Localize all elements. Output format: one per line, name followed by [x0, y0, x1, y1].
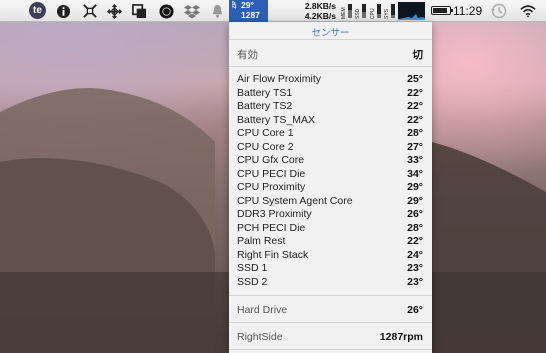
sensor-name: CPU Core 1 [237, 127, 294, 139]
sensor-name: CPU Proximity [237, 181, 306, 193]
sensor-row[interactable]: Palm Rest 22° [237, 235, 423, 248]
te-app-icon[interactable]: te [29, 2, 46, 19]
sensor-row[interactable]: Air Flow Proximity 25° [237, 73, 423, 86]
sensor-value: 23° [407, 262, 423, 274]
fan-value: 1287rpm [379, 331, 423, 343]
disk-gauge-label: SSD [355, 8, 361, 19]
sensor-row[interactable]: SSD 2 23° [237, 276, 423, 289]
hard-drive-row[interactable]: Hard Drive 26° [237, 304, 423, 317]
sensor-row[interactable]: CPU Core 1 28° [237, 127, 423, 140]
windows-icon[interactable] [131, 3, 147, 19]
sensor-name: DDR3 Proximity [237, 208, 312, 220]
memory-gauge-label: MEM [341, 7, 347, 19]
sensor-name: Right Fin Stack [237, 248, 309, 261]
sensor-value: 29° [407, 181, 423, 193]
sensor-value: 28° [407, 127, 423, 139]
system-gauge-label: SYS [384, 8, 390, 19]
sensor-name: CPU System Agent Core [237, 194, 353, 207]
sensor-value: 22° [407, 235, 423, 247]
info-icon[interactable] [55, 3, 71, 19]
temperature-widget[interactable]: ZP 29° 1287 [229, 0, 268, 22]
sensor-row[interactable]: Right Fin Stack 24° [237, 249, 423, 262]
sensor-row[interactable]: CPU PECI Die 34° [237, 168, 423, 181]
divider [229, 39, 432, 40]
divider [229, 295, 432, 296]
system-gauge[interactable]: SYS [384, 3, 395, 19]
sensor-value: 23° [407, 275, 423, 288]
sensor-value: 27° [407, 140, 423, 153]
sensor-name: CPU Gfx Core [237, 154, 305, 166]
enabled-value: 切 [412, 49, 424, 61]
download-speed: 4.2KB/s [304, 11, 336, 21]
temperature-value: 29° [241, 0, 254, 10]
sensor-name: PCH PECI Die [237, 221, 306, 234]
sensor-row[interactable]: CPU Core 2 27° [237, 141, 423, 154]
sensor-row[interactable]: SSD 1 23° [237, 262, 423, 275]
activity-graph[interactable] [398, 2, 425, 20]
sensors-dropdown-panel: センサー 有効 切 Air Flow Proximity 25° Battery T… [229, 22, 432, 353]
cpu-gauge-label: CPU [370, 8, 376, 19]
sensor-name: CPU PECI Die [237, 167, 306, 180]
hard-drive-label: Hard Drive [237, 304, 288, 316]
battery-icon[interactable] [431, 6, 453, 15]
enabled-toggle-row[interactable]: 有効 切 [237, 47, 424, 61]
disk-gauge[interactable]: SSD [355, 3, 366, 19]
sensor-value: 26° [407, 208, 423, 220]
sensor-row[interactable]: PCH PECI Die 28° [237, 222, 423, 235]
temperature-sensor-label: ZP [232, 1, 238, 9]
enabled-label: 有効 [237, 49, 258, 61]
sensor-name: SSD 1 [237, 262, 268, 274]
sensor-row[interactable]: Battery TS_MAX 22° [237, 114, 423, 127]
sensor-value: 22° [407, 100, 423, 112]
cpu-gauge[interactable]: CPU [370, 3, 381, 19]
sensor-value: 22° [407, 86, 423, 99]
menubar-clock[interactable]: 11:29 [453, 4, 482, 18]
network-speed-widget[interactable]: 2.8KB/s 4.2KB/s [296, 1, 336, 21]
divider [229, 66, 432, 67]
sensor-name: CPU Core 2 [237, 140, 294, 153]
sensor-value: 34° [407, 167, 423, 180]
fan-row[interactable]: RightSide 1287rpm [237, 331, 423, 344]
sensor-name: Air Flow Proximity [237, 73, 322, 85]
sensor-name: Palm Rest [237, 235, 286, 247]
sensor-name: SSD 2 [237, 275, 268, 288]
sensor-value: 28° [407, 221, 423, 234]
dropbox-icon[interactable] [184, 3, 200, 19]
menu-bar: te ZP 29° 1287 2.8KB/s 4.2KB/s MEM SSD C… [0, 0, 546, 22]
sensor-value: 33° [407, 154, 423, 166]
wifi-icon[interactable] [520, 3, 536, 19]
sensor-name: Battery TS1 [237, 86, 293, 99]
memory-gauge[interactable]: MEM [341, 3, 352, 19]
fan-label: RightSide [237, 331, 283, 343]
record-icon[interactable] [158, 3, 174, 19]
bell-icon[interactable] [209, 3, 225, 19]
screenshot-icon[interactable] [82, 3, 98, 19]
hard-drive-value: 26° [407, 304, 423, 316]
sensor-row[interactable]: CPU System Agent Core 29° [237, 195, 423, 208]
move-icon[interactable] [106, 3, 122, 19]
time-machine-icon[interactable] [491, 3, 507, 19]
sensor-value: 29° [407, 194, 423, 207]
sensor-value: 25° [407, 73, 423, 85]
sensor-name: Battery TS_MAX [237, 113, 316, 126]
sensor-name: Battery TS2 [237, 100, 293, 112]
sensor-row[interactable]: CPU Proximity 29° [237, 181, 423, 194]
sensor-row[interactable]: CPU Gfx Core 33° [237, 154, 423, 167]
sensor-value: 24° [407, 248, 423, 261]
sensor-row[interactable]: Battery TS2 22° [237, 100, 423, 113]
divider [229, 322, 432, 323]
sensor-row[interactable]: DDR3 Proximity 26° [237, 208, 423, 221]
sensor-value: 22° [407, 113, 423, 126]
sensor-row[interactable]: Battery TS1 22° [237, 87, 423, 100]
upload-speed: 2.8KB/s [304, 1, 336, 11]
divider [229, 349, 432, 350]
panel-title: センサー [311, 28, 350, 39]
fan-speed-value: 1287 [241, 10, 260, 20]
